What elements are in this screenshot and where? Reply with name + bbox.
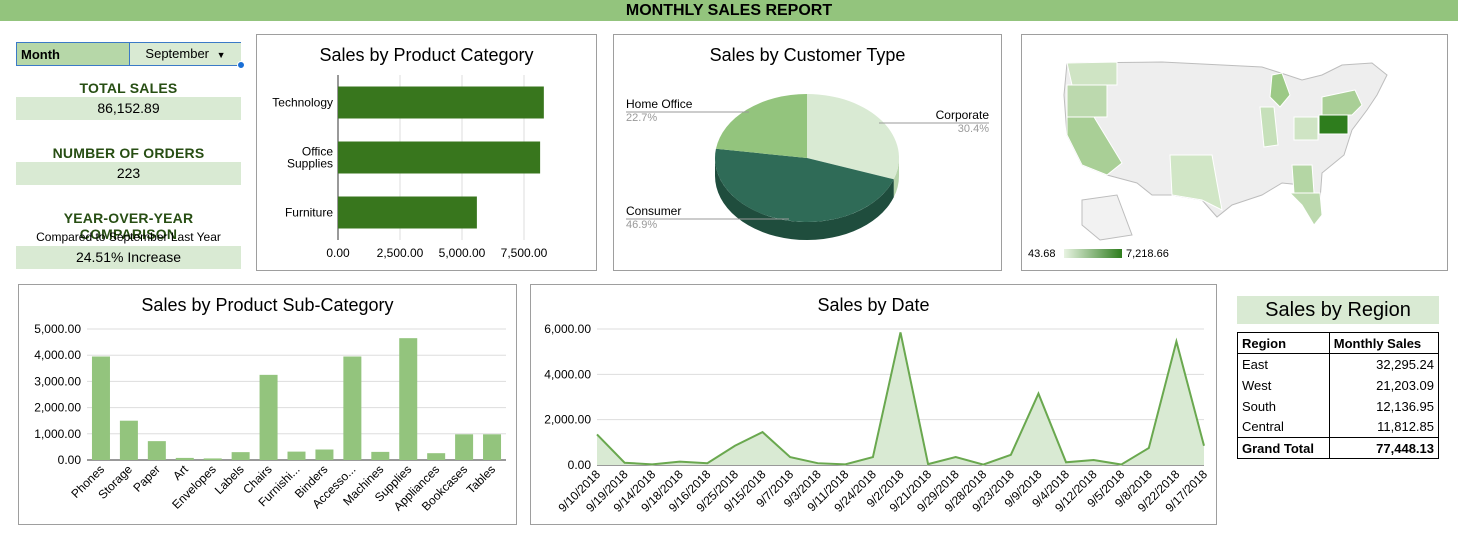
chevron-down-icon: ▼ [216, 50, 226, 60]
pie-percent: 22.7% [626, 112, 657, 124]
bar [483, 434, 502, 460]
x-tick-label: Paper [130, 462, 163, 495]
month-dropdown[interactable]: September ▼ [129, 43, 241, 65]
sales-col-header: Monthly Sales [1328, 332, 1440, 354]
y-tick-label: 5,000.00 [34, 322, 81, 336]
category-chart-panel: Sales by Product Category 0.00 2,500.00 5,… [256, 34, 597, 271]
yoy-value: 24.51% Increase [16, 246, 241, 269]
state-georgia [1291, 164, 1315, 194]
bar-technology [338, 86, 544, 119]
table-row: Central 11,812.85 [1237, 416, 1440, 438]
category-label: Supplies [287, 157, 333, 171]
x-tick-label: 0.00 [326, 246, 350, 260]
sales-cell: 12,136.95 [1328, 395, 1440, 417]
y-tick-label: 1,000.00 [34, 427, 81, 441]
month-filter-label: Month [21, 47, 60, 62]
state-pennsylvania [1318, 114, 1349, 135]
bar-office-supplies [338, 141, 541, 174]
region-cell: West [1237, 374, 1330, 396]
region-cell: East [1237, 353, 1330, 375]
month-dropdown-value: September [145, 46, 210, 61]
grand-total-label: Grand Total [1237, 437, 1330, 459]
state-washington [1066, 61, 1118, 86]
report-title: MONTHLY SALES REPORT [0, 0, 1458, 21]
y-tick-label: 6,000.00 [544, 322, 591, 336]
y-tick-label: 0.00 [568, 458, 592, 472]
pie-label: Home Office [626, 97, 693, 111]
customer-chart-panel: Sales by Customer Type Corporate 30.4% Con… [613, 34, 1002, 271]
y-tick-label: 4,000.00 [544, 367, 591, 381]
bar [147, 441, 166, 460]
category-label: Furniture [285, 206, 333, 220]
table-row: West 21,203.09 [1237, 374, 1440, 396]
x-tick-label: Tables [464, 462, 498, 496]
orders-label: NUMBER OF ORDERS [52, 145, 205, 161]
sales-map-panel: 43.68 7,218.66 [1021, 34, 1448, 271]
map-legend-min: 43.68 [1028, 248, 1056, 260]
table-row: South 12,136.95 [1237, 395, 1440, 417]
bar [231, 452, 250, 460]
region-cell: South [1237, 395, 1330, 417]
bar [91, 356, 110, 460]
bar [455, 434, 474, 460]
subcategory-chart-panel: Sales by Product Sub-Category 0.00 1,000.… [18, 284, 517, 525]
bar [119, 420, 138, 460]
region-col-header: Region [1237, 332, 1330, 354]
region-table: Region Monthly Sales East 32,295.24 West 2… [1237, 332, 1440, 459]
pie-label: Consumer [626, 204, 681, 218]
bar [399, 338, 418, 460]
pie-slice-home-office [715, 94, 807, 158]
category-chart: 0.00 2,500.00 5,000.00 7,500.00TechnologyOf… [272, 75, 548, 260]
bar [427, 453, 446, 460]
bar [371, 451, 390, 460]
pie-label: Corporate [936, 108, 990, 122]
y-tick-label: 2,000.00 [544, 413, 591, 427]
map-legend-gradient [1064, 249, 1122, 258]
state-ohio [1293, 116, 1319, 141]
area-fill [597, 332, 1204, 465]
date-chart: 0.002,000.004,000.006,000.009/10/20189/1… [544, 322, 1210, 515]
pie-percent: 30.4% [958, 123, 989, 135]
y-tick-label: 2,000.00 [34, 401, 81, 415]
yoy-subtitle: Compared to September Last Year [36, 230, 221, 244]
sales-cell: 21,203.09 [1328, 374, 1440, 396]
bar-furniture [338, 196, 477, 229]
x-tick-label: 5,000.00 [439, 246, 486, 260]
total-sales-label: TOTAL SALES [79, 80, 178, 96]
x-tick-label: 7,500.00 [501, 246, 548, 260]
selection-handle[interactable] [237, 61, 245, 69]
y-tick-label: 0.00 [58, 453, 82, 467]
us-sales-map: 43.68 7,218.66 [1028, 61, 1388, 260]
bar [259, 374, 278, 460]
state-florida [1288, 192, 1323, 226]
bar [315, 449, 334, 460]
state-oregon [1066, 84, 1108, 118]
bar [287, 451, 306, 460]
orders-value: 223 [16, 162, 241, 185]
subcategory-chart: 0.00 1,000.00 2,000.00 3,000.00 4,000.00 5,00… [34, 322, 506, 514]
date-chart-panel: Sales by Date 0.00 2,000.00 4,000.00 6,000.… [530, 284, 1217, 525]
bar [343, 356, 362, 460]
x-tick-label: 2,500.00 [377, 246, 424, 260]
sales-cell: 11,812.85 [1328, 416, 1440, 438]
sales-cell: 32,295.24 [1328, 353, 1440, 375]
category-label: Technology [272, 96, 333, 110]
x-tick-label: Art [170, 462, 191, 483]
state-alaska [1081, 194, 1133, 241]
total-sales-value: 86,152.89 [16, 97, 241, 120]
pie-percent: 46.9% [626, 219, 657, 231]
x-tick-label: Labels [212, 462, 247, 497]
y-tick-label: 4,000.00 [34, 348, 81, 362]
grand-total-row: Grand Total 77,448.13 [1237, 437, 1440, 459]
bar [175, 457, 194, 460]
region-cell: Central [1237, 416, 1330, 438]
table-row: East 32,295.24 [1237, 353, 1440, 375]
map-legend-max: 7,218.66 [1126, 248, 1169, 260]
grand-total-value: 77,448.13 [1328, 437, 1440, 459]
customer-pie-chart: Corporate30.4% Consumer46.9% Home Office22… [626, 94, 990, 240]
month-filter: Month September ▼ [16, 42, 241, 66]
bar [203, 458, 222, 460]
y-tick-label: 3,000.00 [34, 374, 81, 388]
region-table-title: Sales by Region [1237, 296, 1439, 324]
